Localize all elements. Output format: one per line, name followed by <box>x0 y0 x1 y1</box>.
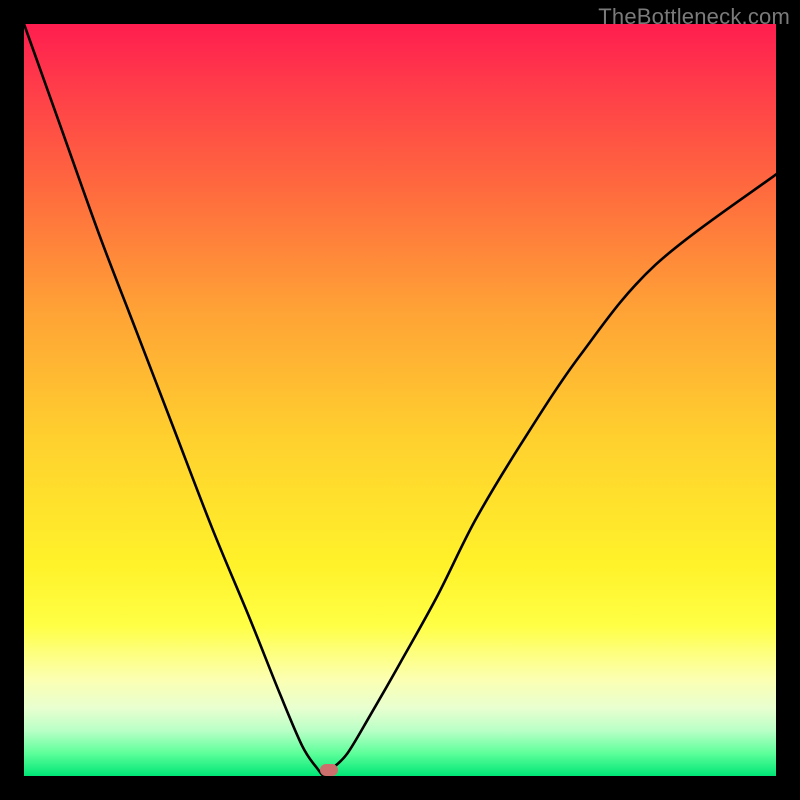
plot-area <box>24 24 776 776</box>
bottleneck-curve <box>24 24 776 776</box>
optimal-match-marker <box>320 764 338 776</box>
chart-frame: TheBottleneck.com <box>0 0 800 800</box>
curve-path <box>24 24 776 776</box>
